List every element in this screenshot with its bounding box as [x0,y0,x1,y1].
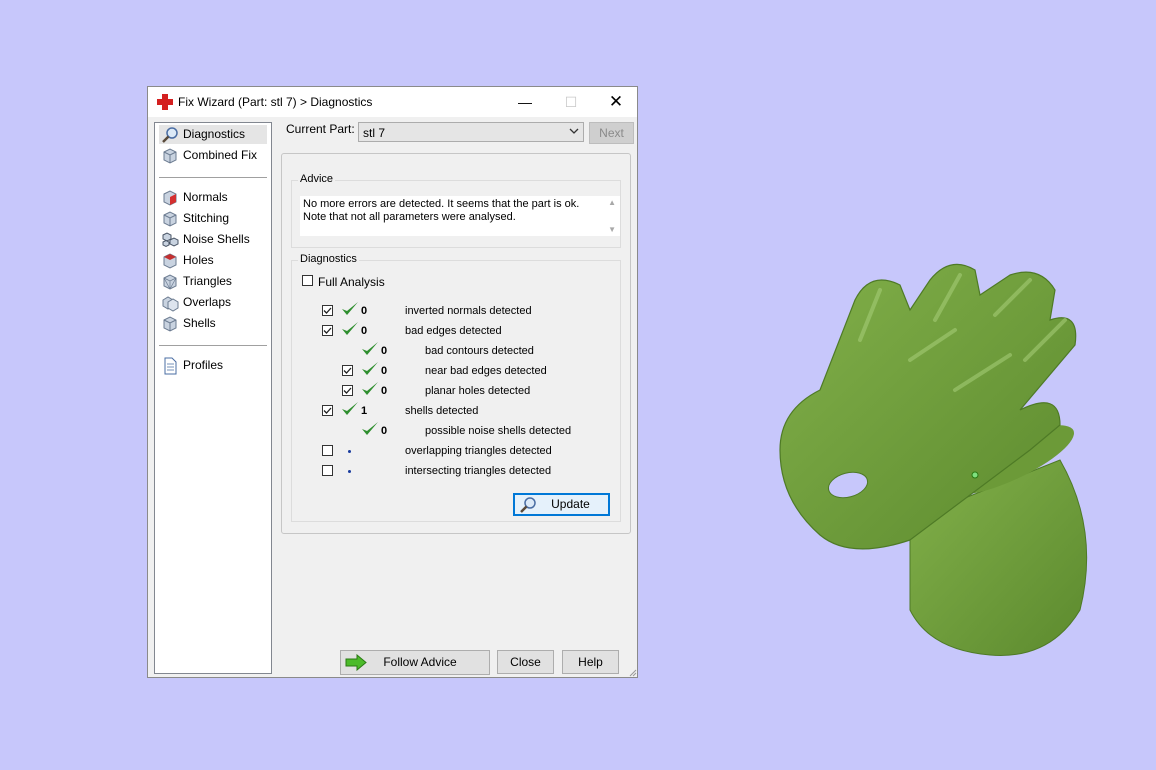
sidebar-item-triangles[interactable]: Triangles [159,272,267,291]
sidebar-item-label: Noise Shells [183,232,250,246]
overlaps-icon [162,296,179,312]
ok-check-icon [342,322,358,335]
noise-shells-count: 0 [381,425,388,437]
minimize-button[interactable]: — [510,91,540,113]
sidebar-item-label: Profiles [183,358,224,372]
shells-checkbox[interactable] [322,405,333,416]
sidebar-item-label: Combined Fix [183,148,258,162]
sidebar-item-stitching[interactable]: Stitching [159,209,267,228]
shells-count: 1 [361,405,368,417]
near-bad-edges-checkbox[interactable] [342,365,353,376]
full-analysis-checkbox[interactable] [302,275,313,286]
inverted-normals-count: 0 [361,305,368,317]
sidebar-item-label: Normals [183,190,228,204]
stitching-cube-icon [163,211,177,227]
sidebar-item-overlaps[interactable]: Overlaps [159,293,267,312]
current-part-select[interactable]: stl 7 [358,122,584,142]
update-label: Update [551,497,590,511]
window-title: Fix Wizard (Part: stl 7) > Diagnostics [178,95,373,109]
overlapping-triangles-checkbox[interactable] [322,445,333,456]
follow-advice-button[interactable]: Follow Advice [340,650,490,675]
advice-title: Advice [298,173,336,185]
magnifier-icon [520,497,536,513]
planar-holes-label: planar holes detected [425,385,531,397]
fix-wizard-dialog: Fix Wizard (Part: stl 7) > Diagnostics —… [147,86,638,678]
bad-contours-label: bad contours detected [425,345,534,357]
ok-check-icon [362,382,378,395]
sidebar-item-normals[interactable]: Normals [159,188,267,207]
bad-edges-label: bad edges detected [405,325,502,337]
shells-label: shells detected [405,405,479,417]
current-part-label: Current Part: [286,122,355,136]
sidebar-item-label: Overlaps [183,295,232,309]
inverted-normals-checkbox[interactable] [322,305,333,316]
ok-check-icon [342,302,358,315]
sidebar-item-shells[interactable]: Shells [159,314,267,333]
bad-edges-count: 0 [361,325,368,337]
resize-grip-icon[interactable] [627,667,637,677]
sidebar-item-holes[interactable]: Holes [159,251,267,270]
sidebar-item-label: Holes [183,253,214,267]
chevron-down-icon [569,128,579,134]
bad-edges-checkbox[interactable] [322,325,333,336]
near-bad-edges-count: 0 [381,365,388,377]
ok-check-icon [362,422,378,435]
holes-cube-icon [163,253,177,269]
help-button[interactable]: Help [562,650,619,674]
near-bad-edges-label: near bad edges detected [425,365,547,377]
follow-advice-label: Follow Advice [383,655,457,669]
noise-shells-icon [162,232,179,248]
advice-textbox[interactable]: No more errors are detected. It seems th… [300,196,620,236]
not-checked-dot [348,470,351,473]
sidebar-item-profiles[interactable]: Profiles [159,356,267,375]
advice-group: Advice No more errors are detected. It s… [291,173,621,248]
triangles-cube-icon [163,274,177,290]
shells-cube-icon [163,316,177,332]
scroll-up-icon[interactable]: ▲ [608,198,616,207]
update-button[interactable]: Update [513,493,610,516]
scroll-down-icon[interactable]: ▼ [608,225,616,234]
intersecting-triangles-label: intersecting triangles detected [405,465,552,477]
next-button[interactable]: Next [589,122,634,144]
3d-model-hand[interactable] [760,250,1100,670]
sidebar-item-combined-fix[interactable]: Combined Fix [159,146,267,165]
inverted-normals-label: inverted normals detected [405,305,532,317]
magnifier-icon [162,127,178,143]
sidebar-item-noise-shells[interactable]: Noise Shells [159,230,267,249]
not-checked-dot [348,450,351,453]
title-bar[interactable]: Fix Wizard (Part: stl 7) > Diagnostics —… [148,87,637,117]
full-analysis-label: Full Analysis [318,275,385,289]
ok-check-icon [342,402,358,415]
sidebar-divider [159,345,267,346]
ok-check-icon [362,342,378,355]
sidebar-divider [159,177,267,178]
cube-icon [163,148,177,164]
intersecting-triangles-checkbox[interactable] [322,465,333,476]
sidebar-item-label: Diagnostics [183,127,246,141]
selection-point[interactable] [971,471,979,479]
close-window-button[interactable]: ✕ [601,91,631,113]
planar-holes-checkbox[interactable] [342,385,353,396]
bad-contours-count: 0 [381,345,388,357]
sidebar-item-diagnostics[interactable]: Diagnostics [159,125,267,144]
planar-holes-count: 0 [381,385,388,397]
sidebar-item-label: Stitching [183,211,230,225]
noise-shells-label: possible noise shells detected [425,425,572,437]
normals-cube-icon [163,190,177,206]
advice-text: No more errors are detected. It seems th… [303,198,580,223]
maximize-button[interactable]: ☐ [556,91,586,113]
overlapping-triangles-label: overlapping triangles detected [405,445,552,457]
wizard-sidebar: Diagnostics Combined Fix Normals Stitchi… [154,122,272,674]
ok-check-icon [362,362,378,375]
red-cross-icon [157,94,173,110]
close-button[interactable]: Close [497,650,554,674]
diagnostics-title: Diagnostics [298,253,359,265]
current-part-value: stl 7 [363,126,386,140]
sidebar-item-label: Shells [183,316,216,330]
green-arrow-icon [345,654,367,671]
document-icon [164,357,177,375]
sidebar-item-label: Triangles [183,274,232,288]
